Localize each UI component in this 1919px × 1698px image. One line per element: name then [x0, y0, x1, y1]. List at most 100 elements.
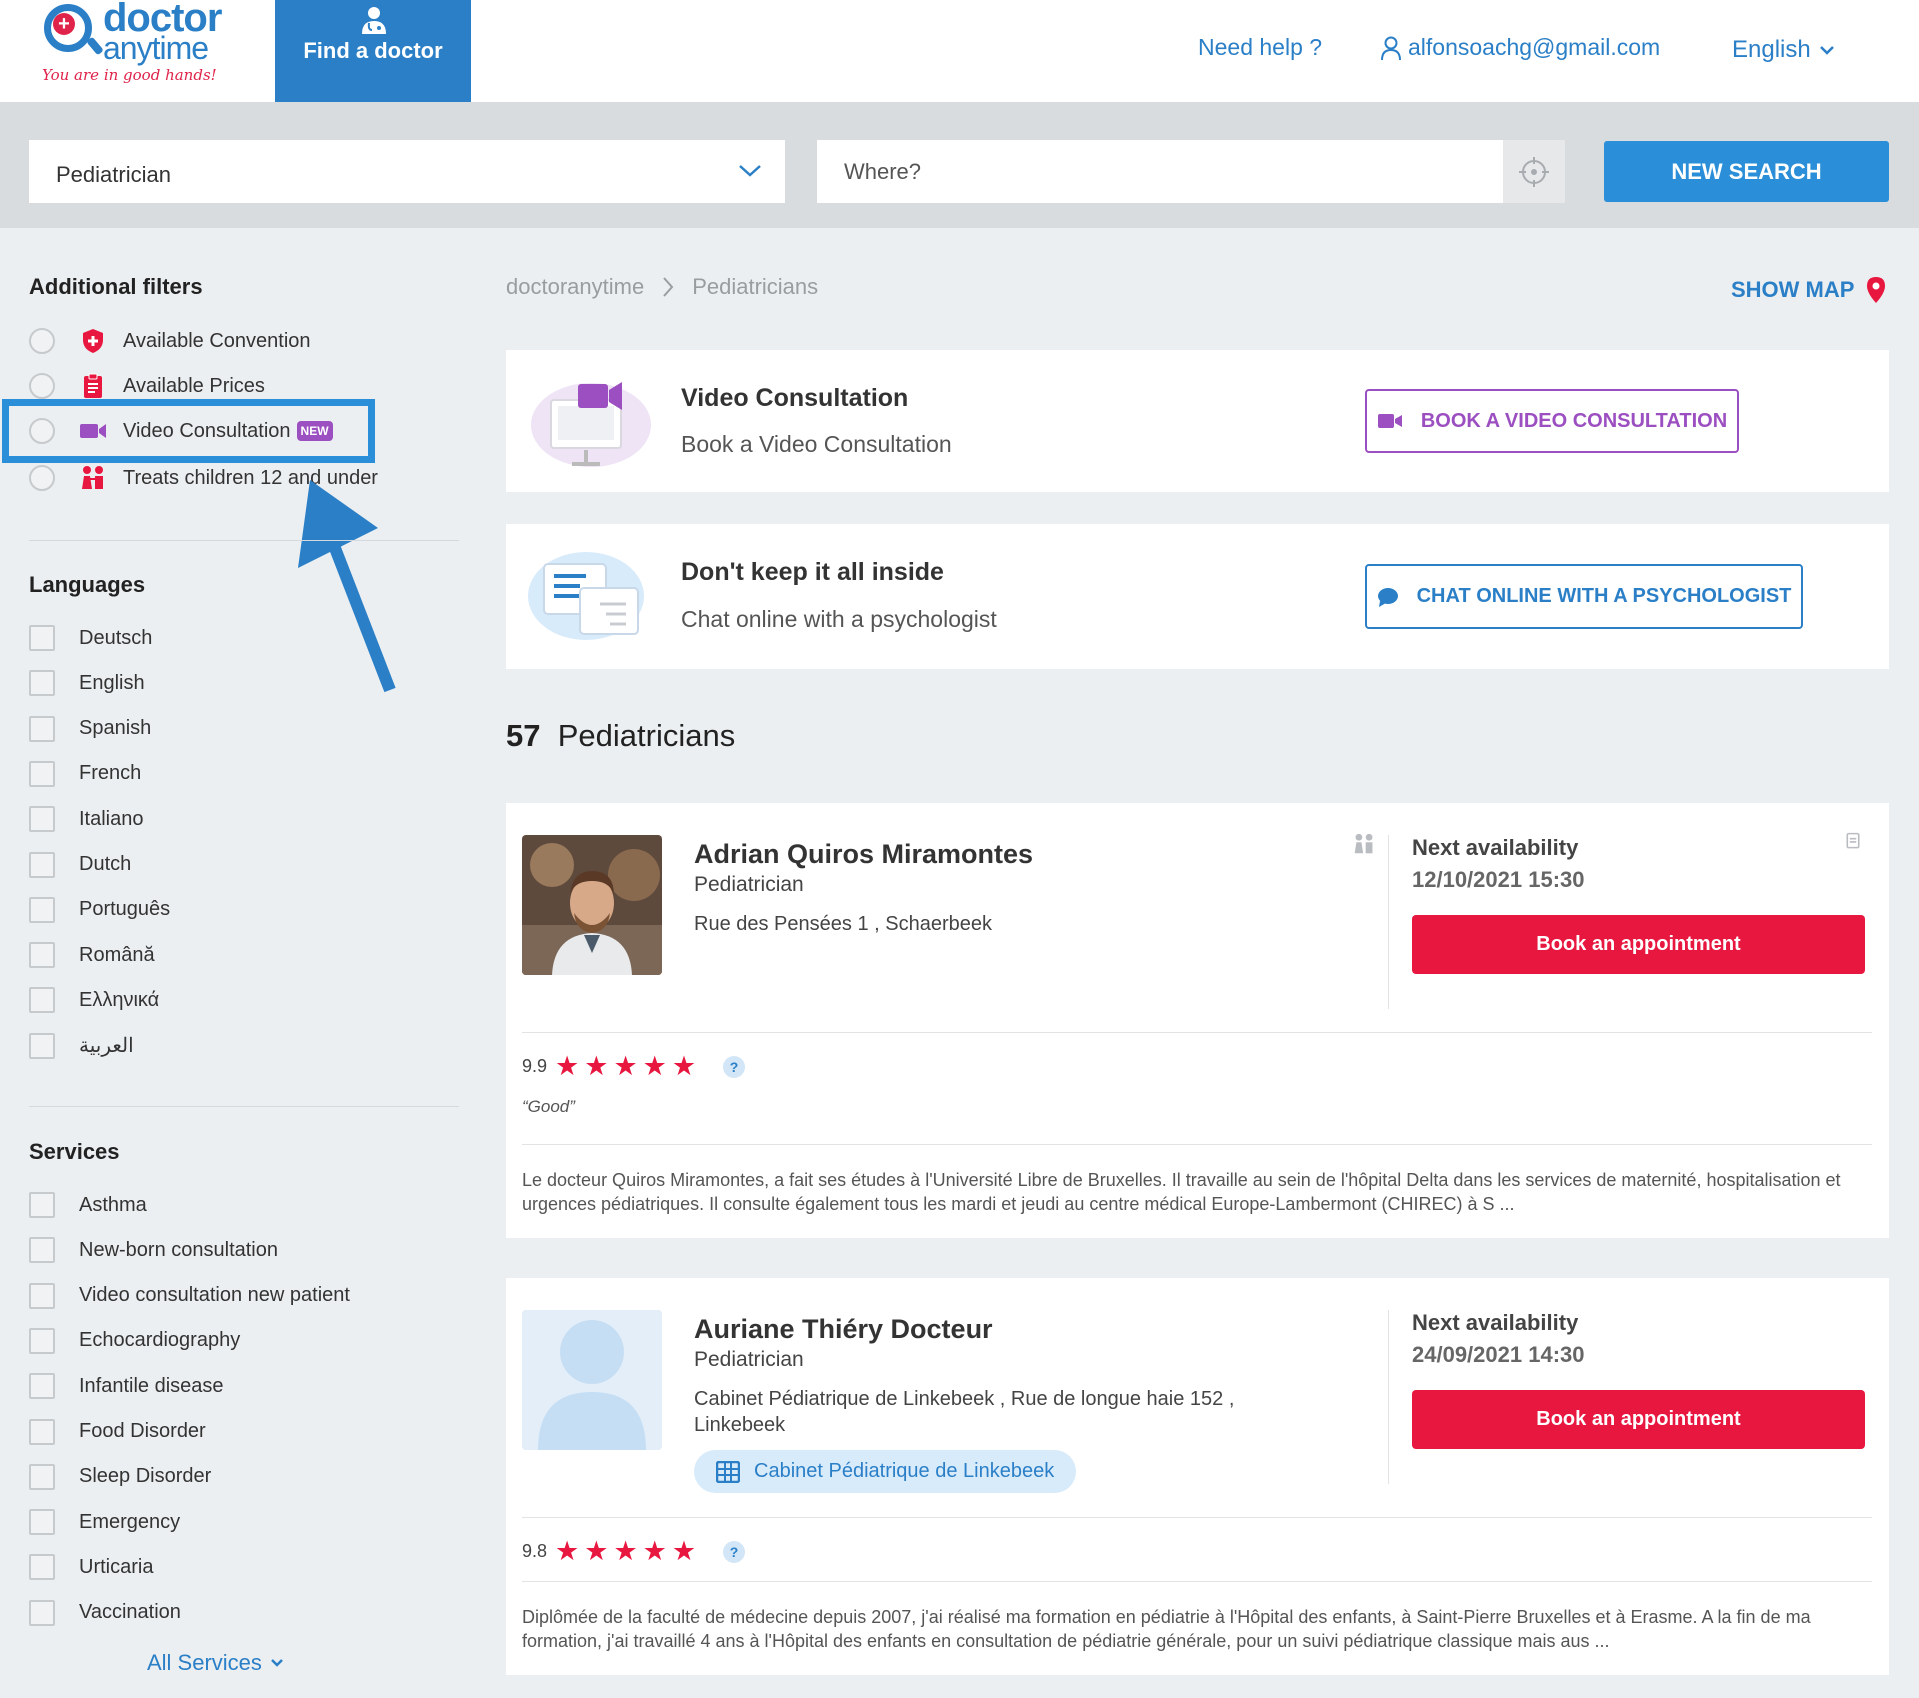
user-account-link[interactable]: alfonsoachg@gmail.com: [1380, 34, 1660, 61]
radio-button[interactable]: [29, 328, 55, 354]
review-quote: “Good”: [522, 1097, 575, 1116]
language-option[interactable]: Ελληνικά: [29, 986, 159, 1014]
need-help-link[interactable]: Need help ?: [1198, 34, 1322, 61]
language-label: English: [1732, 36, 1811, 63]
book-appointment-button[interactable]: Book an appointment: [1412, 1390, 1865, 1449]
checkbox[interactable]: [29, 1327, 55, 1354]
logo-cross-icon: +: [53, 13, 75, 35]
language-selector[interactable]: English: [1732, 36, 1835, 64]
children-icon: [1354, 833, 1373, 854]
card-divider: [522, 1581, 1872, 1582]
doctor-photo-placeholder[interactable]: [522, 1310, 662, 1450]
service-option[interactable]: Vaccination: [29, 1599, 181, 1627]
service-option[interactable]: Emergency: [29, 1508, 180, 1536]
filter-available-convention[interactable]: Available Convention: [29, 326, 311, 356]
book-video-consultation-button[interactable]: BOOK A VIDEO CONSULTATION: [1365, 389, 1739, 453]
checkbox[interactable]: [29, 1373, 55, 1400]
service-option[interactable]: Food Disorder: [29, 1418, 206, 1446]
rating-score: 9.8: [522, 1541, 548, 1561]
doctor-specialty: Pediatrician: [694, 873, 804, 896]
checkbox[interactable]: [29, 625, 55, 651]
specialty-select[interactable]: Pediatrician: [29, 140, 785, 203]
new-search-button[interactable]: NEW SEARCH: [1604, 141, 1889, 202]
service-option-label: Urticaria: [79, 1555, 154, 1578]
chat-psychologist-button[interactable]: CHAT ONLINE WITH A PSYCHOLOGIST: [1365, 564, 1803, 629]
chat-bubble-icon: [1377, 587, 1398, 607]
service-option[interactable]: Infantile disease: [29, 1372, 224, 1400]
radio-button[interactable]: [29, 373, 55, 399]
all-services-link[interactable]: All Services: [147, 1650, 284, 1676]
rating: 9.8 ★★★★★ ?: [522, 1536, 746, 1567]
language-option[interactable]: Română: [29, 941, 155, 969]
location-input[interactable]: [817, 140, 1503, 203]
help-question-icon[interactable]: ?: [723, 1540, 746, 1563]
service-option[interactable]: Urticaria: [29, 1553, 153, 1581]
checkbox[interactable]: [29, 1237, 55, 1264]
language-option[interactable]: Dutch: [29, 851, 131, 879]
language-option[interactable]: العربية: [29, 1032, 134, 1060]
checkbox[interactable]: [29, 987, 55, 1014]
breadcrumb: doctoranytime Pediatricians: [506, 274, 818, 300]
service-option[interactable]: Sleep Disorder: [29, 1463, 211, 1491]
checkbox[interactable]: [29, 1599, 55, 1626]
breadcrumb-home[interactable]: doctoranytime: [506, 274, 644, 300]
checkbox[interactable]: [29, 1282, 55, 1309]
checkbox[interactable]: [29, 715, 55, 742]
sidebar-divider: [29, 540, 459, 541]
card-divider: [522, 1517, 1872, 1518]
doctor-photo[interactable]: [522, 835, 662, 975]
star-rating-icon: ★★★★★: [555, 1536, 702, 1566]
doctor-name-link[interactable]: Auriane Thiéry Docteur: [694, 1314, 993, 1345]
chevron-down-icon: [739, 165, 761, 177]
doctor-name-link[interactable]: Adrian Quiros Miramontes: [694, 839, 1033, 870]
show-map-link[interactable]: SHOW MAP: [1731, 276, 1886, 304]
find-doctor-label: Find a doctor: [303, 38, 443, 63]
annotation-arrow: [298, 480, 396, 693]
checkbox[interactable]: [29, 670, 55, 697]
checkbox[interactable]: [29, 1418, 55, 1445]
additional-filters-heading: Additional filters: [29, 274, 203, 299]
checkbox[interactable]: [29, 1554, 55, 1581]
clinic-link[interactable]: Cabinet Pédiatrique de Linkebeek: [694, 1450, 1077, 1493]
language-option-label: Română: [79, 943, 155, 966]
result-count: 57: [506, 718, 541, 753]
logo-tagline: You are in good hands!: [42, 66, 217, 84]
promo-chat-psychologist: Don't keep it all inside Chat online wit…: [506, 524, 1889, 669]
language-option[interactable]: Italiano: [29, 805, 144, 833]
language-option[interactable]: English: [29, 669, 145, 697]
services-heading: Services: [29, 1139, 120, 1164]
checkbox[interactable]: [29, 851, 55, 878]
help-question-icon[interactable]: ?: [723, 1055, 746, 1078]
checkbox[interactable]: [29, 1463, 55, 1490]
language-option-label: Spanish: [79, 717, 152, 740]
filter-available-prices[interactable]: Available Prices: [29, 371, 265, 401]
locate-me-button[interactable]: [1503, 140, 1565, 203]
book-appointment-button[interactable]: Book an appointment: [1412, 915, 1865, 974]
doctoranytime-logo[interactable]: + doctor anytime You are in good hands!: [40, 0, 240, 100]
checkbox[interactable]: [29, 1509, 55, 1536]
card-divider: [522, 1144, 1872, 1145]
service-option[interactable]: Echocardiography: [29, 1327, 240, 1355]
service-option[interactable]: New-born consultation: [29, 1236, 278, 1264]
promo-video-consultation: Video Consultation Book a Video Consulta…: [506, 350, 1889, 492]
language-option[interactable]: French: [29, 760, 141, 788]
chevron-down-icon: [1819, 46, 1834, 55]
language-option[interactable]: Spanish: [29, 715, 151, 743]
service-option-label: Food Disorder: [79, 1420, 206, 1442]
service-option[interactable]: Video consultation new patient: [29, 1282, 350, 1310]
checkbox[interactable]: [29, 1032, 55, 1059]
service-option[interactable]: Asthma: [29, 1191, 147, 1219]
chevron-down-icon: [271, 1659, 283, 1667]
radio-button[interactable]: [29, 465, 55, 491]
user-email: alfonsoachg@gmail.com: [1408, 34, 1661, 60]
language-option[interactable]: Deutsch: [29, 624, 152, 652]
logo-brand-bottom: anytime: [103, 30, 209, 66]
checkbox[interactable]: [29, 942, 55, 969]
checkbox[interactable]: [29, 1192, 55, 1218]
checkbox[interactable]: [29, 806, 55, 833]
next-availability-label: Next availability: [1412, 1310, 1579, 1335]
find-doctor-tab[interactable]: Find a doctor: [275, 0, 471, 114]
checkbox[interactable]: [29, 896, 55, 923]
language-option[interactable]: Português: [29, 896, 170, 924]
checkbox[interactable]: [29, 760, 55, 787]
